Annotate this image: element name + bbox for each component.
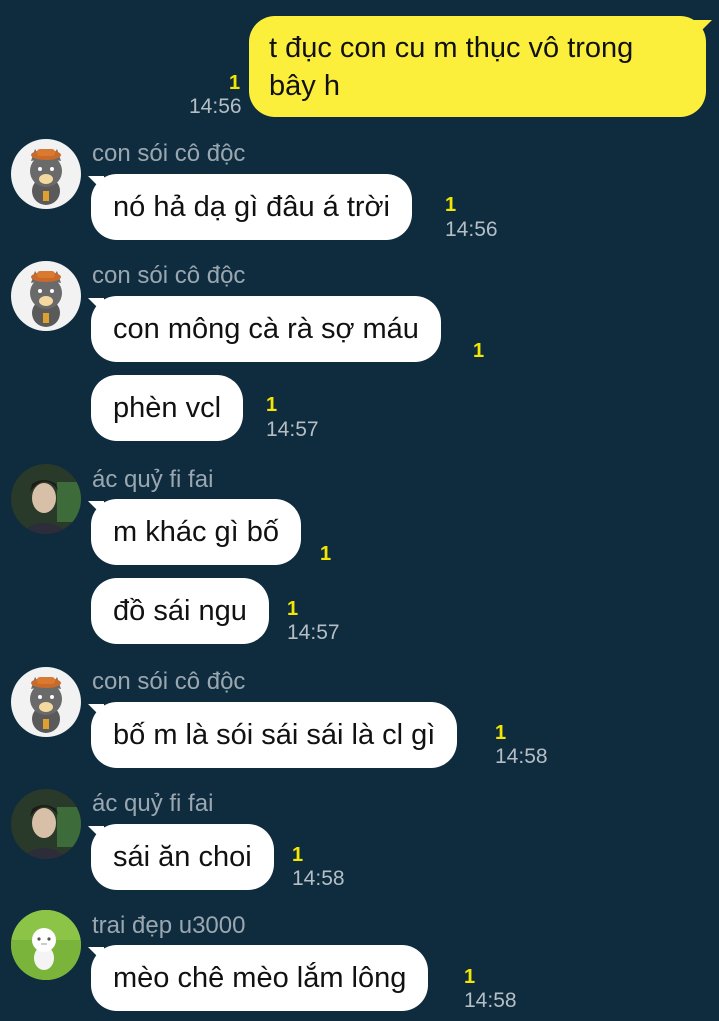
- unread-count: 1: [464, 966, 476, 988]
- message-time: 14:57: [266, 418, 319, 441]
- character-avatar[interactable]: [11, 910, 81, 980]
- incoming-message-bubble[interactable]: bố m là sói sái sái là cl gì: [91, 702, 458, 768]
- message-text: m khác gì bố: [113, 516, 280, 548]
- incoming-message-bubble[interactable]: con mông cà rà sợ máu: [91, 296, 441, 362]
- sender-name: ác quỷ fi fai: [92, 790, 214, 817]
- message-time: 14:57: [287, 621, 340, 644]
- sender-name: ác quỷ fi fai: [92, 466, 214, 493]
- message-time: 14:56: [445, 218, 498, 241]
- outgoing-message-bubble[interactable]: t đục con cu m thục vô trong bây h: [249, 16, 706, 117]
- wolf-avatar[interactable]: [11, 139, 81, 209]
- sender-name: con sói cô độc: [92, 140, 246, 167]
- message-time: 14:58: [495, 745, 548, 768]
- message-text: đồ sái ngu: [113, 595, 247, 627]
- unread-count: 1: [266, 394, 278, 416]
- incoming-message-bubble[interactable]: mèo chê mèo lắm lông: [91, 945, 429, 1011]
- message-time: 14:58: [464, 989, 517, 1012]
- incoming-message-bubble[interactable]: nó hả dạ gì đâu á trời: [91, 174, 412, 240]
- message-text: con mông cà rà sợ máu: [113, 313, 419, 345]
- message-time: 14:56: [189, 95, 242, 118]
- incoming-message-bubble[interactable]: đồ sái ngu: [91, 578, 269, 644]
- unread-count: 1: [229, 72, 241, 94]
- unread-count: 1: [287, 598, 299, 620]
- message-text: nó hả dạ gì đâu á trời: [113, 191, 390, 223]
- incoming-message-bubble[interactable]: sái ăn choi: [91, 824, 274, 890]
- message-text: mèo chê mèo lắm lông: [113, 962, 407, 994]
- message-text: bố m là sói sái sái là cl gì: [113, 719, 436, 751]
- message-time: 14:58: [292, 867, 345, 890]
- incoming-message-bubble[interactable]: m khác gì bố: [91, 499, 302, 565]
- wolf-avatar[interactable]: [11, 261, 81, 331]
- wolf-avatar[interactable]: [11, 667, 81, 737]
- message-text: t đục con cu m thục vô trong bây h: [269, 32, 634, 102]
- sender-name: con sói cô độc: [92, 668, 246, 695]
- sender-name: con sói cô độc: [92, 262, 246, 289]
- message-text: phèn vcl: [113, 392, 222, 424]
- message-text: sái ăn choi: [113, 841, 252, 873]
- user-avatar[interactable]: [11, 464, 81, 534]
- incoming-message-bubble[interactable]: phèn vcl: [91, 375, 244, 441]
- user-avatar[interactable]: [11, 789, 81, 859]
- sender-name: trai đẹp u3000: [92, 912, 246, 939]
- unread-count: 1: [473, 340, 485, 362]
- unread-count: 1: [320, 543, 332, 565]
- unread-count: 1: [445, 194, 457, 216]
- unread-count: 1: [495, 722, 507, 744]
- unread-count: 1: [292, 844, 304, 866]
